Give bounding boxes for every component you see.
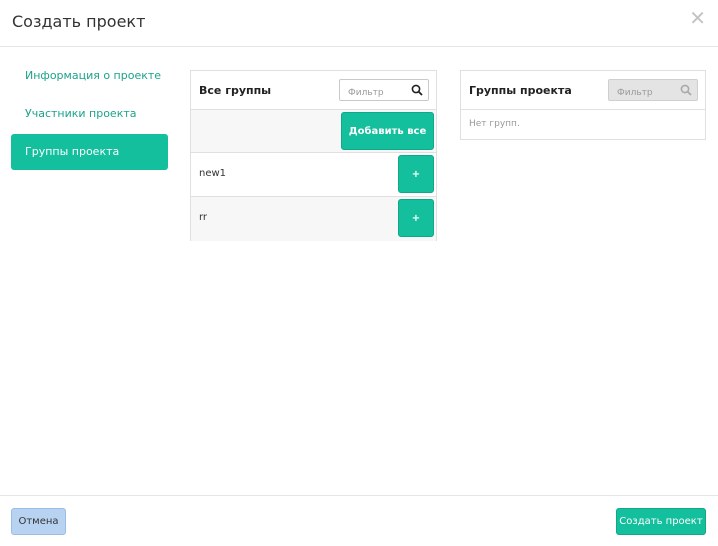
- group-name: new1: [199, 168, 227, 179]
- project-groups-title: Группы проекта: [469, 84, 572, 97]
- create-project-button[interactable]: Создать проект: [616, 508, 706, 535]
- nav-item-project-groups[interactable]: Группы проекта: [11, 134, 168, 170]
- all-groups-filter: [339, 79, 429, 103]
- close-icon[interactable]: ✕: [689, 8, 706, 28]
- group-name: rr: [199, 212, 208, 223]
- wizard-nav: Информация о проекте Участники проекта Г…: [11, 58, 168, 172]
- cancel-button[interactable]: Отмена: [11, 508, 66, 535]
- project-groups-header: Группы проекта: [461, 71, 705, 110]
- nav-item-project-members[interactable]: Участники проекта: [11, 96, 168, 132]
- project-groups-panel: Группы проекта Нет групп.: [460, 70, 706, 140]
- nav-item-project-info[interactable]: Информация о проекте: [11, 58, 168, 94]
- add-group-button[interactable]: +: [398, 155, 434, 193]
- all-groups-filter-input[interactable]: [340, 83, 408, 103]
- modal-title: Создать проект: [12, 12, 146, 31]
- all-groups-title: Все группы: [199, 84, 272, 97]
- add-all-button[interactable]: Добавить все: [341, 112, 434, 150]
- project-groups-filter: [608, 79, 698, 103]
- empty-message: Нет групп.: [469, 119, 520, 129]
- all-groups-panel: Все группы Добавить все new1 + rr +: [190, 70, 437, 241]
- add-group-button[interactable]: +: [398, 199, 434, 237]
- modal-footer: Отмена Создать проект: [0, 495, 718, 546]
- create-project-modal: Создать проект ✕ Информация о проекте Уч…: [0, 0, 718, 546]
- empty-row: Нет групп.: [461, 110, 705, 140]
- table-row: rr +: [191, 197, 436, 241]
- project-groups-filter-input[interactable]: [609, 83, 677, 103]
- modal-header: Создать проект ✕: [0, 0, 718, 47]
- all-groups-header: Все группы: [191, 71, 436, 110]
- search-icon[interactable]: [680, 84, 692, 96]
- table-row: new1 +: [191, 153, 436, 197]
- add-all-row: Добавить все: [191, 110, 436, 153]
- search-icon[interactable]: [411, 84, 423, 96]
